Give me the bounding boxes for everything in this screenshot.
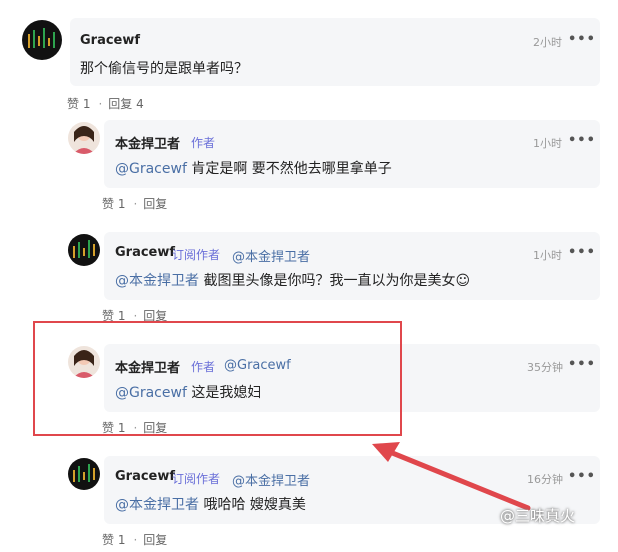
reply-actions: 赞 1 · 回复 xyxy=(102,533,168,547)
mention-link[interactable]: @本金捍卫者 xyxy=(115,497,199,513)
comment-actions: 赞 1 · 回复 4 xyxy=(67,97,144,111)
comment-text: 那个偷信号的是跟单者吗？ xyxy=(80,61,248,77)
reply-author[interactable]: Gracewf xyxy=(115,245,175,260)
more-options-icon[interactable]: ••• xyxy=(568,32,596,47)
reply-time: 1小时 xyxy=(533,249,562,262)
reply-button[interactable]: 回复 xyxy=(143,197,167,211)
reply-to-mention[interactable]: @本金捍卫者 xyxy=(232,470,310,489)
reply-author[interactable]: 本金捍卫者 xyxy=(115,133,180,152)
reply-button[interactable]: 回复 4 xyxy=(108,97,143,111)
reply-text: @本金捍卫者 哦哈哈 嫂嫂真美 xyxy=(115,497,306,513)
reply-text: @Gracewf 肯定是啊 要不然他去哪里拿单子 xyxy=(115,161,392,177)
avatar-gracewf[interactable] xyxy=(22,20,62,60)
comment-time: 2小时 xyxy=(533,36,562,49)
author-badge: 作者 xyxy=(191,136,216,150)
reply-to-mention[interactable]: @本金捍卫者 xyxy=(232,246,310,265)
more-options-icon[interactable]: ••• xyxy=(568,469,596,484)
like-button[interactable]: 赞 1 xyxy=(67,97,90,111)
more-options-icon[interactable]: ••• xyxy=(568,245,596,260)
mention-link[interactable]: @本金捍卫者 xyxy=(115,273,199,289)
avatar-author[interactable] xyxy=(68,122,100,154)
watermark: @三味真火 xyxy=(500,507,576,525)
reply-time: 16分钟 xyxy=(527,473,563,486)
subscriber-badge: 订阅作者 xyxy=(172,472,221,486)
more-options-icon[interactable]: ••• xyxy=(568,133,596,148)
avatar-gracewf[interactable] xyxy=(68,234,100,266)
like-button[interactable]: 赞 1 xyxy=(102,533,125,547)
reply-time: 35分钟 xyxy=(527,361,563,374)
comment-author[interactable]: Gracewf xyxy=(80,33,140,48)
reply-author[interactable]: Gracewf xyxy=(115,469,175,484)
reply-time: 1小时 xyxy=(533,137,562,150)
reply-button[interactable]: 回复 xyxy=(143,533,167,547)
subscriber-badge: 订阅作者 xyxy=(172,248,221,262)
highlight-box xyxy=(33,321,402,436)
more-options-icon[interactable]: ••• xyxy=(568,357,596,372)
mention-link[interactable]: @Gracewf xyxy=(115,161,187,177)
like-button[interactable]: 赞 1 xyxy=(102,197,125,211)
reply-actions: 赞 1 · 回复 xyxy=(102,197,168,211)
avatar-gracewf[interactable] xyxy=(68,458,100,490)
reply-text: @本金捍卫者 截图里头像是你吗？我一直以为你是美女☺ xyxy=(115,273,471,289)
